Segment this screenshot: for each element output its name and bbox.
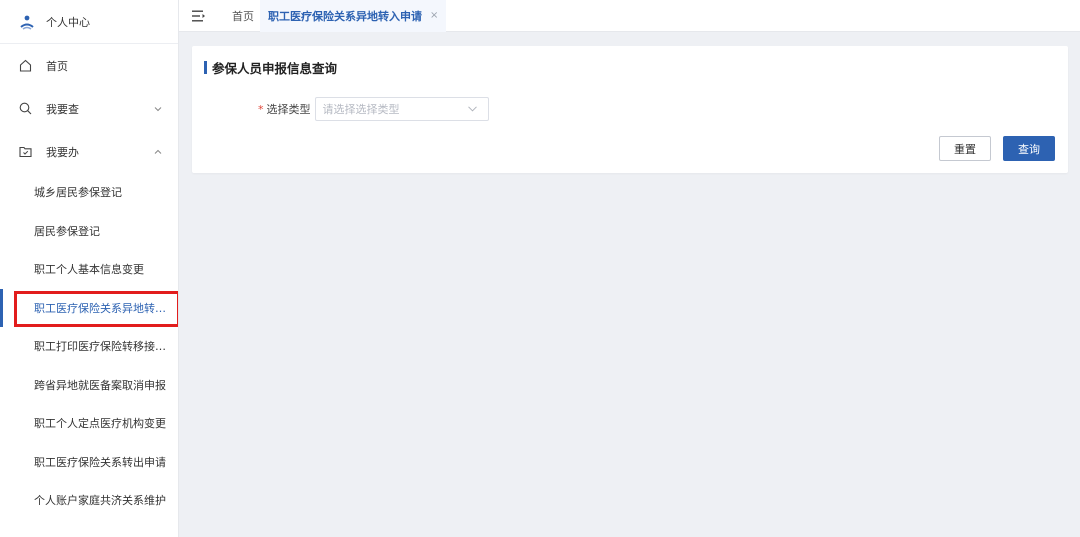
- home-icon: [18, 59, 32, 73]
- select-type-label-text: 选择类型: [266, 103, 311, 116]
- query-button[interactable]: 查询: [1003, 136, 1055, 161]
- sidebar-subitem-designated-hospital-change[interactable]: 职工个人定点医疗机构变更: [0, 404, 178, 443]
- sidebar-subitem-family-account-sharing[interactable]: 个人账户家庭共济关系维护: [0, 481, 178, 520]
- sidebar-item-handle[interactable]: 我要办: [0, 130, 178, 173]
- select-placeholder: 请选择选择类型: [322, 103, 400, 116]
- sidebar-subitem-label: 跨省异地就医备案取消申报: [34, 378, 166, 392]
- sidebar-subitem-label: 职工个人基本信息变更: [34, 263, 144, 277]
- required-mark: *: [258, 103, 264, 116]
- sidebar-subitem-label: 职工医疗保险关系转出申请: [34, 455, 166, 469]
- tab-home[interactable]: 首页: [226, 0, 260, 32]
- menu-fold-icon[interactable]: [192, 10, 206, 22]
- app: 个人中心 首页 我要查 我要办 城乡居民参保登记 居民参保登记 职工个人基本信息…: [0, 0, 1080, 537]
- sidebar-subitem-rural-resident-enrollment[interactable]: 城乡居民参保登记: [0, 173, 178, 212]
- sidebar-subitem-transfer-out-application[interactable]: 职工医疗保险关系转出申请: [0, 443, 178, 482]
- sidebar-subitem-label: 职工个人定点医疗机构变更: [34, 417, 166, 431]
- sidebar-subitem-label: 职工医疗保险关系异地转入申请: [34, 301, 166, 315]
- sidebar-title: 个人中心: [46, 15, 90, 29]
- form-row-type: * 选择类型 请选择选择类型: [258, 97, 489, 121]
- user-center-logo-icon: [20, 15, 34, 30]
- sidebar-subitem-label: 城乡居民参保登记: [34, 186, 122, 200]
- select-type-dropdown[interactable]: 请选择选择类型: [314, 97, 489, 121]
- sidebar-header: 个人中心: [0, 0, 178, 44]
- close-icon[interactable]: ×: [430, 10, 438, 21]
- sidebar-menu: 首页 我要查 我要办 城乡居民参保登记 居民参保登记 职工个人基本信息变更 职工…: [0, 44, 178, 520]
- folder-check-icon: [18, 145, 32, 159]
- sidebar-subitem-print-transfer-application[interactable]: 职工打印医疗保险转移接续申请: [0, 327, 178, 366]
- sidebar-subitem-label: 职工打印医疗保险转移接续申请: [34, 340, 166, 354]
- sidebar-item-query[interactable]: 我要查: [0, 87, 178, 130]
- tab-label: 职工医疗保险关系异地转入申请: [268, 9, 422, 23]
- card-title-text: 参保人员申报信息查询: [212, 61, 338, 76]
- sidebar-subitem-cross-province-cancel[interactable]: 跨省异地就医备案取消申报: [0, 366, 178, 405]
- sidebar: 个人中心 首页 我要查 我要办 城乡居民参保登记 居民参保登记 职工个人基本信息…: [0, 0, 179, 537]
- sidebar-subitem-basic-info-change[interactable]: 职工个人基本信息变更: [0, 250, 178, 289]
- chevron-up-icon: [154, 149, 162, 154]
- sidebar-subitem-label: 居民参保登记: [34, 224, 100, 238]
- title-accent-bar: [204, 61, 207, 74]
- search-icon: [18, 102, 32, 116]
- sidebar-item-label: 我要办: [46, 145, 79, 159]
- select-type-label: * 选择类型: [258, 101, 311, 117]
- chevron-down-icon: [154, 106, 162, 111]
- tab-transfer-in-application[interactable]: 职工医疗保险关系异地转入申请 ×: [260, 0, 447, 32]
- sidebar-subitem-resident-enrollment[interactable]: 居民参保登记: [0, 212, 178, 251]
- sidebar-subitem-label: 个人账户家庭共济关系维护: [34, 494, 166, 508]
- tab-label: 首页: [232, 9, 254, 23]
- chevron-down-icon: [467, 106, 477, 112]
- sidebar-subitem-transfer-in-application[interactable]: 职工医疗保险关系异地转入申请: [0, 288, 178, 328]
- card-title: 参保人员申报信息查询: [204, 58, 337, 77]
- sidebar-item-label: 我要查: [46, 102, 79, 116]
- sidebar-item-home[interactable]: 首页: [0, 44, 178, 87]
- reset-button[interactable]: 重置: [939, 136, 991, 161]
- sidebar-item-label: 首页: [46, 59, 68, 73]
- tab-bar: 首页 职工医疗保险关系异地转入申请 ×: [179, 0, 1080, 32]
- query-card: 参保人员申报信息查询 * 选择类型 请选择选择类型 重置 查询: [192, 46, 1068, 173]
